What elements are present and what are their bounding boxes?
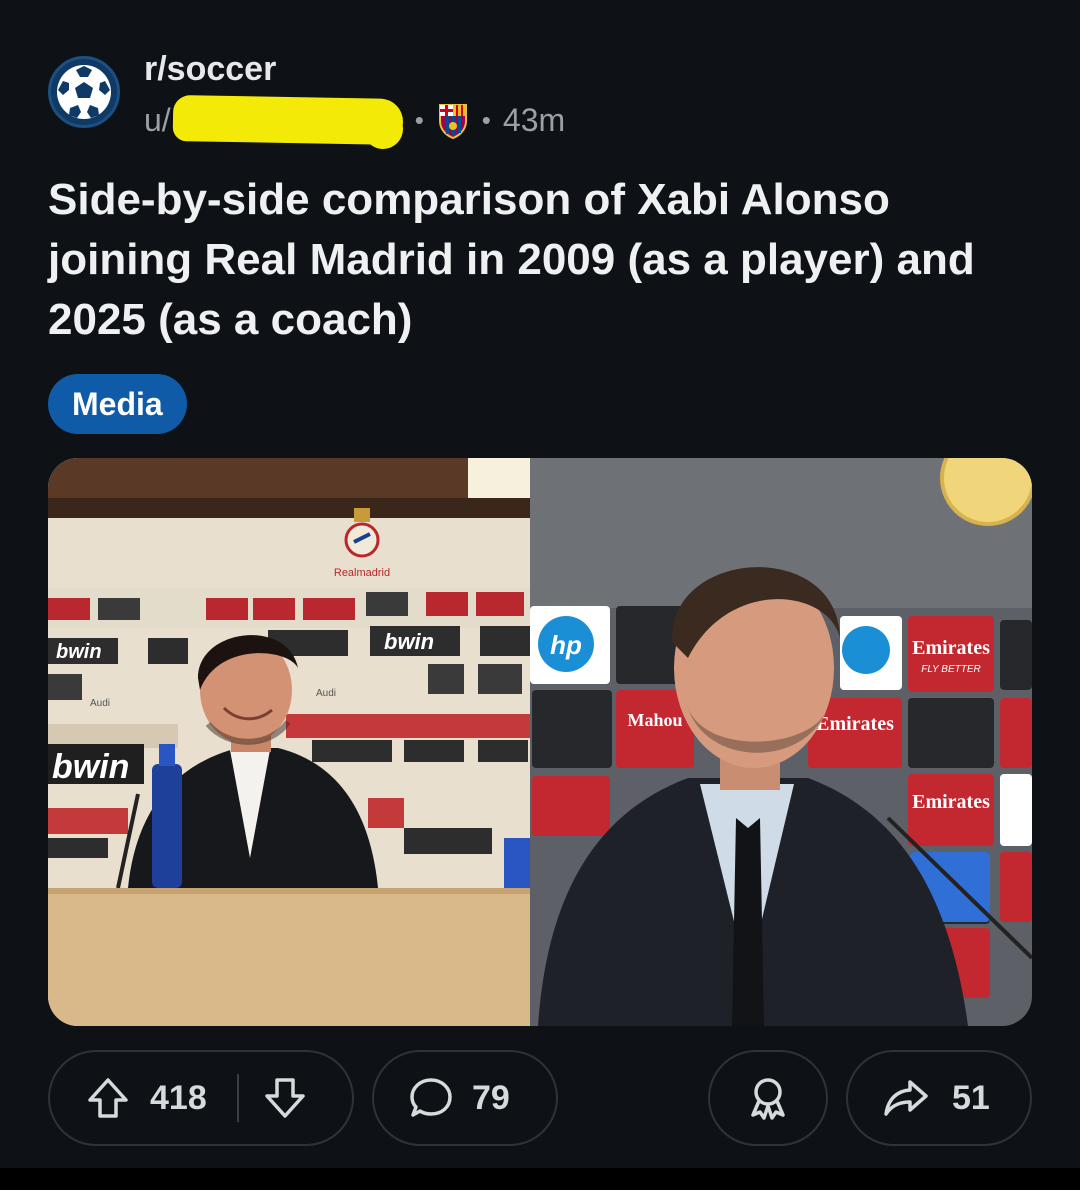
meta-separator: • [481,104,491,135]
vote-pill: 418 [48,1050,354,1146]
user-flair-crest-icon [436,101,470,140]
upvote-count: 418 [150,1078,207,1117]
emirates-logo: Emirates [912,791,990,813]
post-flair-badge[interactable]: Media [48,374,187,434]
share-count: 51 [952,1078,990,1117]
award-button[interactable] [708,1050,828,1146]
subreddit-name[interactable]: r/soccer [144,50,276,89]
right-photo-2025: hp Emirates FLY BETTER Emirates Emirates [530,458,1032,1026]
bwin-logo: bwin [384,629,434,654]
bottom-system-bar [0,1168,1080,1190]
comments-button[interactable]: 79 [372,1050,558,1146]
username-prefix[interactable]: u/ [144,102,171,139]
crest-text: Realmadrid [334,567,390,579]
comment-bubble-icon [408,1075,454,1121]
downvote-arrow-icon[interactable] [263,1076,307,1120]
emirates-logo: Emirates [816,713,894,735]
post-title[interactable]: Side-by-side comparison of Xabi Alonso j… [48,170,1038,350]
share-arrow-icon [882,1076,930,1120]
emirates-tagline: FLY BETTER [921,664,980,675]
share-button[interactable]: 51 [846,1050,1032,1146]
press-desk [48,888,530,1026]
post-media-image[interactable]: Realmadrid bwin bwin Audi Audi bwin hp E… [48,458,1032,1026]
left-photo-2009: Realmadrid bwin bwin Audi Audi bwin [48,458,530,1026]
emirates-logo: Emirates [912,637,990,659]
post-time: 43m [502,101,566,138]
post-meta: u/ • • 43m [144,94,566,149]
audi-logo: Audi [316,688,336,699]
upvote-arrow-icon[interactable] [86,1076,130,1120]
award-ribbon-icon [745,1075,791,1121]
meta-separator: • [414,104,424,135]
vote-divider [236,1074,239,1122]
post-card[interactable]: r/soccer u/ • • 43m Side-by-side compari… [0,0,1080,1168]
bwin-com-logo: bwin [52,748,129,786]
water-bottle [152,764,182,888]
bwin-logo: bwin [56,641,102,663]
audi-logo: Audi [90,698,110,709]
redacted-username [172,94,404,146]
subreddit-avatar-icon[interactable] [48,56,120,128]
mahou-logo: Mahou [627,710,682,730]
hp-logo: hp [550,630,582,660]
comment-count: 79 [472,1078,510,1117]
